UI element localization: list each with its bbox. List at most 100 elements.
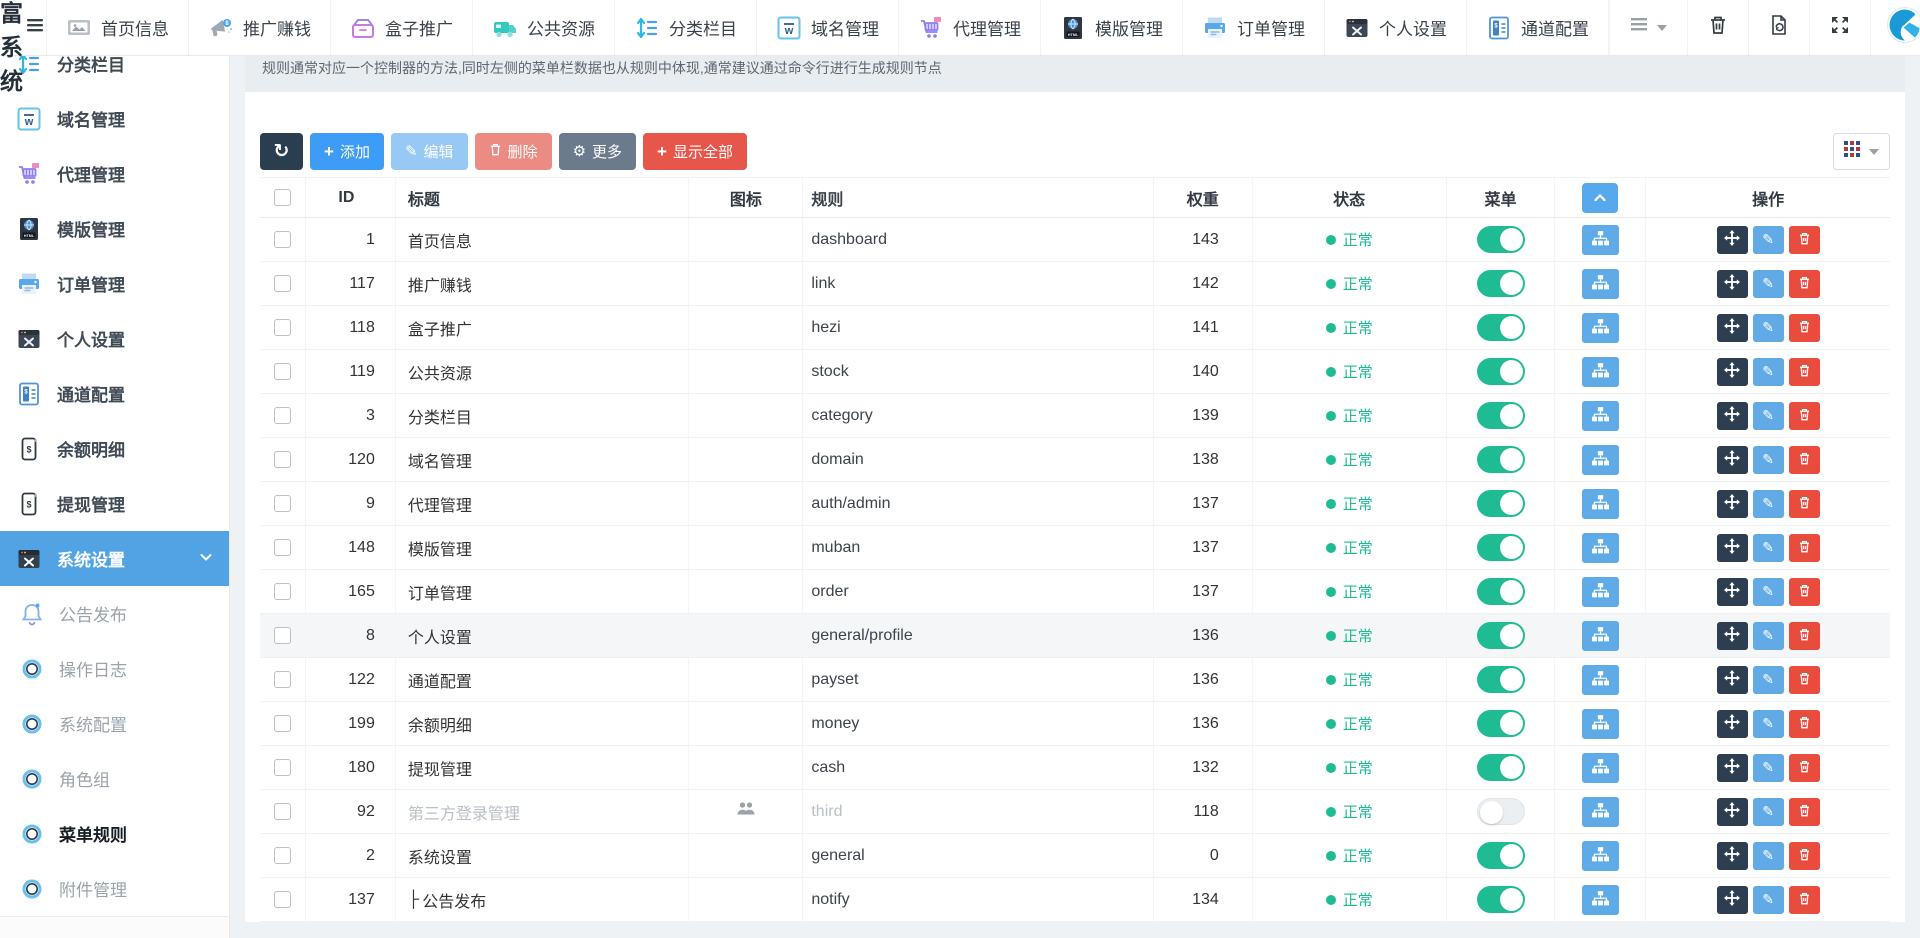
drag-sort-button[interactable] <box>1717 534 1748 562</box>
clear-cache-button[interactable] <box>1748 0 1809 55</box>
submenu-button[interactable] <box>1582 621 1619 651</box>
submenu-button[interactable] <box>1582 269 1619 299</box>
menu-toggle[interactable] <box>1477 666 1525 693</box>
sidebar-submenu-item[interactable]: 角色组 <box>0 751 229 806</box>
row-checkbox[interactable] <box>274 407 291 424</box>
show-all-button[interactable]: +显示全部 <box>643 133 747 170</box>
drag-sort-button[interactable] <box>1717 314 1748 342</box>
delete-row-button[interactable] <box>1789 226 1820 254</box>
submenu-button[interactable] <box>1582 665 1619 695</box>
row-checkbox[interactable] <box>274 759 291 776</box>
drag-sort-button[interactable] <box>1717 886 1748 914</box>
edit-row-button[interactable]: ✎ <box>1753 622 1784 650</box>
edit-row-button[interactable]: ✎ <box>1753 710 1784 738</box>
sidebar-item[interactable]: $余额明细 <box>0 421 229 476</box>
submenu-button[interactable] <box>1582 841 1619 871</box>
sidebar-submenu-item[interactable]: 公告发布 <box>0 586 229 641</box>
submenu-button[interactable] <box>1582 533 1619 563</box>
edit-row-button[interactable]: ✎ <box>1753 534 1784 562</box>
drag-sort-button[interactable] <box>1717 490 1748 518</box>
delete-row-button[interactable] <box>1789 534 1820 562</box>
fullscreen-button[interactable] <box>1809 0 1870 55</box>
drag-sort-button[interactable] <box>1717 622 1748 650</box>
sidebar-item[interactable]: HTML模版管理 <box>0 201 229 256</box>
submenu-button[interactable] <box>1582 401 1619 431</box>
menu-toggle[interactable] <box>1477 754 1525 781</box>
delete-row-button[interactable] <box>1789 314 1820 342</box>
menu-toggle[interactable] <box>1477 402 1525 429</box>
column-header-icon[interactable]: 图标 <box>688 178 802 217</box>
drag-sort-button[interactable] <box>1717 798 1748 826</box>
edit-row-button[interactable]: ✎ <box>1753 402 1784 430</box>
delete-row-button[interactable] <box>1789 798 1820 826</box>
row-checkbox[interactable] <box>274 583 291 600</box>
submenu-button[interactable] <box>1582 225 1619 255</box>
menu-toggle[interactable] <box>1477 358 1525 385</box>
menu-toggle[interactable] <box>1477 886 1525 913</box>
topnav-tab[interactable]: HTML模版管理 <box>1040 0 1182 55</box>
topnav-tab[interactable]: 订单管理 <box>1182 0 1324 55</box>
edit-row-button[interactable]: ✎ <box>1753 842 1784 870</box>
topnav-tab[interactable]: 8推广赚钱 <box>188 0 330 55</box>
delete-row-button[interactable] <box>1789 710 1820 738</box>
sidebar-submenu-item[interactable]: 附件管理 <box>0 861 229 916</box>
menu-toggle[interactable] <box>1477 226 1525 253</box>
submenu-button[interactable] <box>1582 753 1619 783</box>
sidebar-item[interactable]: 系统设置 <box>0 531 229 586</box>
row-checkbox[interactable] <box>274 847 291 864</box>
submenu-button[interactable] <box>1582 577 1619 607</box>
row-checkbox[interactable] <box>274 539 291 556</box>
column-header-menu[interactable]: 菜单 <box>1446 178 1555 217</box>
delete-row-button[interactable] <box>1789 842 1820 870</box>
sidebar-submenu-item[interactable]: 系统配置 <box>0 696 229 751</box>
edit-row-button[interactable]: ✎ <box>1753 490 1784 518</box>
delete-row-button[interactable] <box>1789 578 1820 606</box>
delete-row-button[interactable] <box>1789 490 1820 518</box>
submenu-button[interactable] <box>1582 885 1619 915</box>
edit-row-button[interactable]: ✎ <box>1753 314 1784 342</box>
row-checkbox[interactable] <box>274 275 291 292</box>
add-button[interactable]: +添加 <box>310 133 384 170</box>
edit-row-button[interactable]: ✎ <box>1753 358 1784 386</box>
drag-sort-button[interactable] <box>1717 402 1748 430</box>
delete-row-button[interactable] <box>1789 754 1820 782</box>
more-button[interactable]: ⚙更多 <box>559 133 636 170</box>
delete-row-button[interactable] <box>1789 270 1820 298</box>
topnav-tab[interactable]: 盒子推广 <box>330 0 472 55</box>
sidebar-toggle-button[interactable] <box>24 0 46 55</box>
row-checkbox[interactable] <box>274 671 291 688</box>
menu-toggle[interactable] <box>1477 798 1525 825</box>
delete-row-button[interactable] <box>1789 446 1820 474</box>
sidebar-item[interactable]: $提现管理 <box>0 476 229 531</box>
delete-row-button[interactable] <box>1789 402 1820 430</box>
menu-toggle[interactable] <box>1477 490 1525 517</box>
menu-toggle[interactable] <box>1477 622 1525 649</box>
drag-sort-button[interactable] <box>1717 358 1748 386</box>
row-checkbox[interactable] <box>274 363 291 380</box>
delete-row-button[interactable] <box>1789 358 1820 386</box>
edit-row-button[interactable]: ✎ <box>1753 270 1784 298</box>
edit-row-button[interactable]: ✎ <box>1753 798 1784 826</box>
submenu-button[interactable] <box>1582 797 1619 827</box>
drag-sort-button[interactable] <box>1717 270 1748 298</box>
submenu-button[interactable] <box>1582 313 1619 343</box>
menu-toggle[interactable] <box>1477 710 1525 737</box>
drag-sort-button[interactable] <box>1717 226 1748 254</box>
column-header-id[interactable]: ID <box>305 178 395 217</box>
edit-row-button[interactable]: ✎ <box>1753 446 1784 474</box>
drag-sort-button[interactable] <box>1717 666 1748 694</box>
drag-sort-button[interactable] <box>1717 842 1748 870</box>
row-checkbox[interactable] <box>274 803 291 820</box>
row-checkbox[interactable] <box>274 495 291 512</box>
edit-row-button[interactable]: ✎ <box>1753 886 1784 914</box>
column-header-status[interactable]: 状态 <box>1252 178 1446 217</box>
delete-button[interactable]: 删除 <box>475 133 552 170</box>
column-header-title[interactable]: 标题 <box>395 178 689 217</box>
menu-toggle[interactable] <box>1477 270 1525 297</box>
refresh-button[interactable]: ↻ <box>260 133 303 170</box>
row-checkbox[interactable] <box>274 715 291 732</box>
row-checkbox[interactable] <box>274 451 291 468</box>
delete-row-button[interactable] <box>1789 886 1820 914</box>
sidebar-submenu-item[interactable]: 操作日志 <box>0 641 229 696</box>
columns-dropdown-button[interactable] <box>1833 133 1890 170</box>
